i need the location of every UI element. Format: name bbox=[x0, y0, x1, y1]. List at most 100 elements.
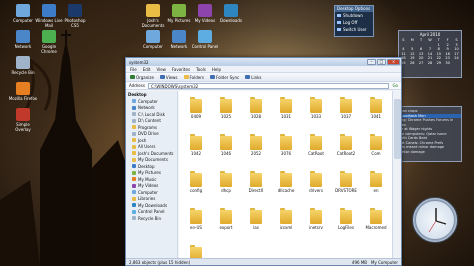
folder-item[interactable]: en-US bbox=[183, 208, 209, 230]
desktop-icon[interactable]: Control Panel bbox=[190, 30, 220, 49]
folder-item[interactable]: Macromed bbox=[363, 208, 389, 230]
folder-label: DRVSTORE bbox=[335, 188, 357, 193]
folder-item[interactable]: 1046 bbox=[213, 134, 239, 156]
folder-item[interactable]: 2052 bbox=[243, 134, 269, 156]
menu-edit[interactable]: Edit bbox=[143, 67, 151, 72]
folder-item[interactable]: CatRoot2 bbox=[333, 134, 359, 156]
desktop-icon[interactable]: Downloads bbox=[216, 4, 246, 23]
folder-item[interactable]: dllcache bbox=[273, 171, 299, 193]
folder-item[interactable]: dhcp bbox=[213, 171, 239, 193]
folder-item[interactable]: 1041 bbox=[363, 97, 389, 119]
folder-item[interactable]: icsxml bbox=[273, 208, 299, 230]
folder-item[interactable]: inetsrv bbox=[303, 208, 329, 230]
minimize-button[interactable]: – bbox=[367, 59, 376, 65]
folder-item[interactable]: ias bbox=[243, 208, 269, 230]
calendar-date[interactable]: 27 bbox=[417, 61, 426, 66]
menu-tools[interactable]: Tools bbox=[196, 67, 206, 72]
desktop-icon[interactable]: Google Chrome bbox=[34, 30, 64, 54]
folder-icon bbox=[132, 138, 136, 143]
folder-label: 1042 bbox=[190, 151, 202, 156]
toolbar-links-button[interactable]: Links bbox=[245, 75, 262, 80]
explorer-window: system32 – □ × File Edit View Favorites Tool… bbox=[125, 57, 402, 266]
folder-item[interactable]: LogFiles bbox=[333, 208, 359, 230]
folder-item[interactable]: 1025 bbox=[213, 97, 239, 119]
nav-item-label: My Downloads bbox=[138, 202, 168, 208]
folder-icon bbox=[280, 134, 292, 150]
switch-user-item[interactable]: Switch User bbox=[335, 26, 373, 33]
folder-item[interactable]: 1028 bbox=[243, 97, 269, 119]
nav-item-label: Network bbox=[138, 105, 155, 111]
toolbar-icon bbox=[159, 75, 165, 79]
folder-label: 1041 bbox=[370, 114, 382, 119]
folder-item[interactable]: DirectX bbox=[243, 171, 269, 193]
feed-headline[interactable]: ng: Chrome Pushes Forums in bbox=[399, 118, 461, 123]
folder-item[interactable]: 3076 bbox=[273, 134, 299, 156]
folder-icon bbox=[370, 171, 382, 187]
toolbar-organize-button[interactable]: Organize bbox=[130, 75, 154, 80]
calendar-date[interactable]: 26 bbox=[408, 61, 417, 66]
toolbar-folder-sync-button[interactable]: Folder Sync bbox=[209, 74, 240, 80]
folder-item[interactable]: en bbox=[363, 171, 389, 193]
menu-view[interactable]: View bbox=[156, 67, 166, 72]
downloads-icon bbox=[224, 4, 238, 17]
folder-label: dllcache bbox=[277, 188, 295, 193]
calendar-date[interactable]: 28 bbox=[426, 61, 435, 66]
log-off-item[interactable]: Log Off bbox=[335, 19, 373, 26]
address-input[interactable]: C:\WINDOWS\system32 bbox=[147, 82, 390, 89]
title-bar[interactable]: system32 – □ × bbox=[126, 58, 401, 66]
folder-item[interactable]: Com bbox=[363, 134, 389, 156]
window-title: system32 bbox=[129, 59, 149, 65]
calendar-date[interactable]: 29 bbox=[434, 61, 443, 66]
toolbar-label: Folder Sync bbox=[215, 74, 240, 80]
menu-file[interactable]: File bbox=[130, 67, 137, 72]
folder-item[interactable]: Microsoft bbox=[183, 245, 209, 259]
folder-icon bbox=[132, 131, 136, 136]
toolbar-folders-button[interactable]: Folders bbox=[183, 75, 204, 80]
toolbar: Organize Views Folders Folder Sync Links bbox=[126, 73, 401, 82]
folder-label: en bbox=[373, 188, 379, 193]
calendar-header: April 2010 bbox=[419, 32, 441, 37]
desktop-icon[interactable]: Simple Overlay bbox=[8, 108, 38, 132]
desktop-icon-label: Windows Live Mail bbox=[35, 18, 63, 28]
folder-icon bbox=[190, 97, 202, 113]
folder-icon bbox=[280, 171, 292, 187]
toolbar-label: Organize bbox=[136, 74, 154, 80]
folder-label: LogFiles bbox=[338, 225, 354, 230]
feed-headline[interactable]: mtor damage bbox=[399, 150, 461, 155]
folder-icon bbox=[340, 208, 352, 224]
desktop-icon[interactable]: Mozilla Firefox bbox=[8, 82, 38, 101]
shutdown-item[interactable]: Shutdown bbox=[335, 12, 373, 19]
folder-icon bbox=[132, 144, 136, 149]
app-icon bbox=[16, 108, 30, 121]
desktop-icon[interactable]: Photoshop CS5 bbox=[60, 4, 90, 28]
menu-favorites[interactable]: Favorites bbox=[172, 67, 190, 72]
folder-item[interactable]: 1031 bbox=[273, 97, 299, 119]
calendar-date[interactable] bbox=[452, 61, 461, 66]
maximize-button[interactable]: □ bbox=[377, 59, 386, 65]
folder-item[interactable]: export bbox=[213, 208, 239, 230]
go-button[interactable]: Go bbox=[392, 83, 398, 88]
calendar-date[interactable]: 30 bbox=[443, 61, 452, 66]
folder-item[interactable]: DRVSTORE bbox=[333, 171, 359, 193]
vertical-scrollbar[interactable] bbox=[392, 91, 401, 259]
toolbar-views-button[interactable]: Views bbox=[159, 75, 178, 80]
status-size: 496 MB bbox=[351, 259, 368, 265]
folder-item[interactable]: 1042 bbox=[183, 134, 209, 156]
folder-item[interactable]: 1033 bbox=[303, 97, 329, 119]
close-button[interactable]: × bbox=[387, 59, 400, 65]
folder-item[interactable]: drivers bbox=[303, 171, 329, 193]
desktop-icon[interactable]: Recycle Bin bbox=[8, 56, 38, 75]
nav-item[interactable]: Recycle Bin bbox=[126, 215, 177, 222]
clock-gadget bbox=[412, 197, 458, 243]
folder-item[interactable]: 0409 bbox=[183, 97, 209, 119]
menu-help[interactable]: Help bbox=[212, 67, 221, 72]
scrollbar-thumb[interactable] bbox=[394, 99, 401, 159]
folder-label: 3076 bbox=[280, 151, 292, 156]
folder-label: icsxml bbox=[279, 225, 293, 230]
folder-item[interactable]: 1037 bbox=[333, 97, 359, 119]
folder-item[interactable]: CatRoot bbox=[303, 134, 329, 156]
folder-item[interactable]: config bbox=[183, 171, 209, 193]
nav-item-label: My Music bbox=[138, 176, 157, 182]
folder-icon bbox=[370, 208, 382, 224]
nav-item-label: Josh's Documents bbox=[138, 150, 174, 156]
